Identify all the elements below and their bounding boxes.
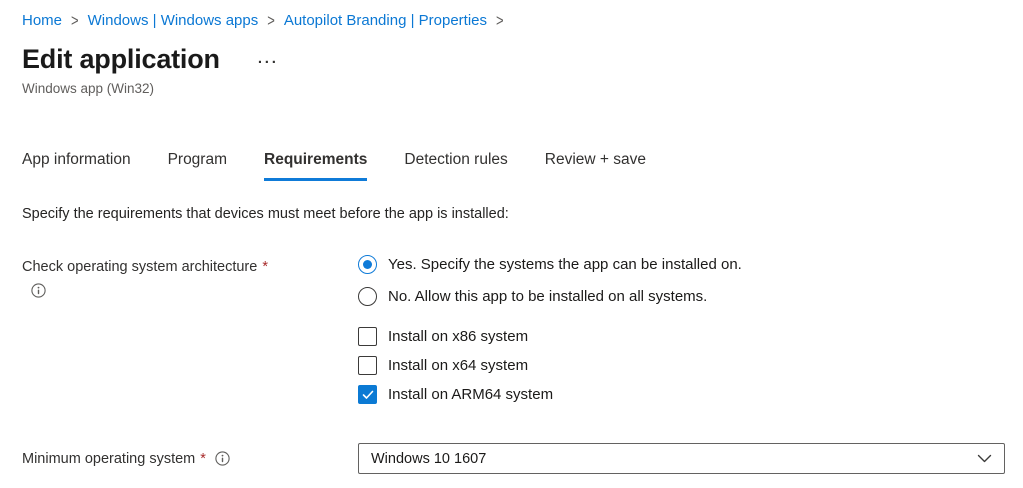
- tab-bar: App information Program Requirements Det…: [22, 151, 1005, 181]
- required-asterisk: *: [262, 259, 268, 275]
- architecture-checkbox-group: Install on x86 system Install on x64 sys…: [358, 327, 1005, 404]
- checkbox-install-x64[interactable]: Install on x64 system: [358, 356, 1005, 375]
- radio-yes-specify-systems[interactable]: Yes. Specify the systems the app can be …: [358, 255, 1005, 274]
- radio-no-allow-all-systems[interactable]: No. Allow this app to be installed on al…: [358, 287, 1005, 306]
- requirements-description: Specify the requirements that devices mu…: [22, 206, 1005, 222]
- edit-application-page: Home > Windows | Windows apps > Autopilo…: [0, 0, 1023, 474]
- minimum-os-label: Minimum operating system: [22, 451, 195, 467]
- breadcrumb-separator: >: [496, 11, 504, 30]
- checkbox-label: Install on x64 system: [388, 357, 528, 374]
- title-row: Edit application ···: [22, 44, 1005, 75]
- checkbox-checked-icon: [358, 385, 377, 404]
- page-subtitle: Windows app (Win32): [22, 81, 1005, 96]
- tab-requirements[interactable]: Requirements: [264, 151, 367, 181]
- checkbox-label: Install on ARM64 system: [388, 386, 553, 403]
- os-architecture-controls: Yes. Specify the systems the app can be …: [358, 255, 1005, 414]
- minimum-os-row: Minimum operating system * Windows 10 160…: [22, 443, 1005, 474]
- radio-label: No. Allow this app to be installed on al…: [388, 288, 707, 305]
- tab-app-information[interactable]: App information: [22, 151, 131, 181]
- os-architecture-label: Check operating system architecture: [22, 259, 257, 275]
- checkbox-label: Install on x86 system: [388, 328, 528, 345]
- minimum-os-label-col: Minimum operating system *: [22, 451, 358, 467]
- checkbox-unchecked-icon: [358, 356, 377, 375]
- breadcrumb-link-autopilot-branding-properties[interactable]: Autopilot Branding | Properties: [284, 12, 487, 29]
- breadcrumb-separator: >: [267, 11, 275, 30]
- more-menu-icon[interactable]: ···: [258, 55, 279, 70]
- breadcrumb: Home > Windows | Windows apps > Autopilo…: [22, 12, 1005, 29]
- info-icon[interactable]: [215, 451, 230, 466]
- os-architecture-row: Check operating system architecture * Yes…: [22, 255, 1005, 414]
- breadcrumb-link-home[interactable]: Home: [22, 12, 62, 29]
- page-title: Edit application: [22, 44, 220, 75]
- breadcrumb-separator: >: [71, 11, 79, 30]
- checkbox-install-x86[interactable]: Install on x86 system: [358, 327, 1005, 346]
- breadcrumb-link-windows-apps[interactable]: Windows | Windows apps: [88, 12, 259, 29]
- os-architecture-label-col: Check operating system architecture *: [22, 255, 358, 301]
- tab-program[interactable]: Program: [168, 151, 227, 181]
- chevron-down-icon: [977, 454, 992, 463]
- required-asterisk: *: [200, 451, 206, 467]
- tab-detection-rules[interactable]: Detection rules: [404, 151, 507, 181]
- tab-review-save[interactable]: Review + save: [545, 151, 646, 181]
- minimum-os-selected-value: Windows 10 1607: [371, 451, 486, 467]
- radio-unselected-icon: [358, 287, 377, 306]
- minimum-os-dropdown[interactable]: Windows 10 1607: [358, 443, 1005, 474]
- checkbox-install-arm64[interactable]: Install on ARM64 system: [358, 385, 1005, 404]
- radio-label: Yes. Specify the systems the app can be …: [388, 256, 742, 273]
- checkbox-unchecked-icon: [358, 327, 377, 346]
- info-icon[interactable]: [31, 283, 46, 298]
- radio-selected-icon: [358, 255, 377, 274]
